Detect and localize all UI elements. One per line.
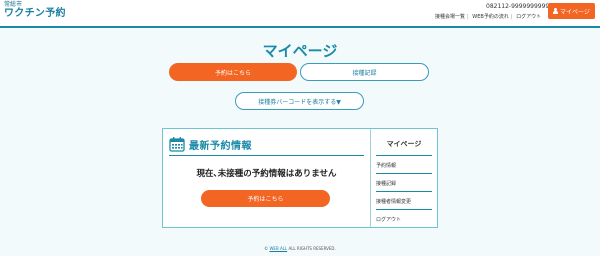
latest-reservation-panel: 最新予約情報 現在､未接種の予約情報はありません 予約はこちら — [163, 129, 371, 227]
latest-header: 最新予約情報 — [169, 135, 252, 153]
user-id: 082112-9999999999 — [486, 3, 550, 10]
footer: © WEB ALL ALL RIGHTS RESERVED. — [0, 246, 600, 251]
empty-message: 現在､未接種の予約情報はありません — [196, 169, 337, 179]
sidebar-title: マイページ — [386, 140, 422, 148]
sidebar-item-reservation[interactable]: 予約情報 — [376, 155, 432, 169]
sidebar-item-logout[interactable]: ログアウト — [376, 209, 432, 223]
tab-reserve[interactable]: 予約はこちら — [169, 63, 297, 81]
copyright-text: ALL RIGHTS RESERVED. — [288, 246, 336, 251]
copyright-symbol: © — [264, 246, 269, 251]
user-icon — [553, 8, 559, 14]
app-name: ワクチン予約 — [4, 8, 66, 19]
footer-link[interactable]: WEB ALL — [269, 246, 287, 251]
header-link-venues[interactable]: 接種会場一覧 — [435, 14, 465, 20]
show-barcode-button[interactable]: 接種券バーコードを表示する▼ — [235, 92, 364, 110]
divider: | — [510, 14, 513, 20]
mypage-button-label: マイページ — [560, 8, 590, 16]
latest-title: 最新予約情報 — [189, 140, 252, 152]
header-link-logout[interactable]: ログアウト — [516, 14, 541, 20]
sidebar-item-records[interactable]: 接種記録 — [376, 173, 432, 187]
reserve-button[interactable]: 予約はこちら — [201, 190, 330, 207]
divider: | — [467, 14, 469, 20]
mypage-button[interactable]: マイページ — [548, 3, 595, 19]
reservation-card: 最新予約情報 現在､未接種の予約情報はありません 予約はこちら マイページ 予約… — [162, 128, 438, 228]
header-links: 接種会場一覧 | WEB予約の流れ | ログアウト — [435, 13, 541, 20]
divider — [169, 155, 364, 156]
calendar-icon — [169, 137, 185, 152]
site-logo[interactable]: 常総市 ワクチン予約 — [4, 2, 66, 19]
header: 常総市 ワクチン予約 082112-9999999999 接種会場一覧 | WEB… — [0, 0, 600, 28]
sidebar-item-profile[interactable]: 接種者情報変更 — [376, 191, 432, 205]
page-title: マイページ — [262, 42, 338, 60]
header-link-flow[interactable]: WEB予約の流れ — [472, 14, 509, 20]
tab-records[interactable]: 接種記録 — [300, 63, 429, 81]
